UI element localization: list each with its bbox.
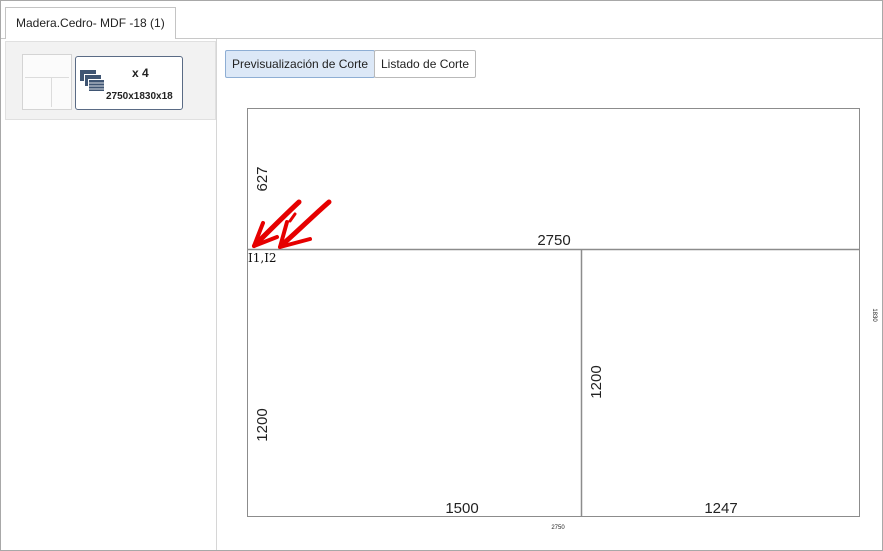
board-height-label: 1830 [871,308,877,322]
top-strip-width-label: 2750 [537,232,570,249]
cut-marker-label: I1,I2 [248,251,277,265]
app-window: Madera.Cedro- MDF -18 (1) x 4 2750x1830x… [0,0,883,551]
piece-1-height-label: 1200 [254,408,271,441]
piece-2-width-label: 1247 [704,500,737,517]
cut-preview-canvas: 627 2750 I1,I2 1200 1500 1200 1247 2750 … [247,108,877,531]
top-strip-height-label: 627 [254,166,271,191]
board-width-label: 2750 [551,525,565,531]
piece-1-width-label: 1500 [445,500,478,517]
board-outline [247,108,860,517]
piece-2-height-label: 1200 [588,365,605,398]
